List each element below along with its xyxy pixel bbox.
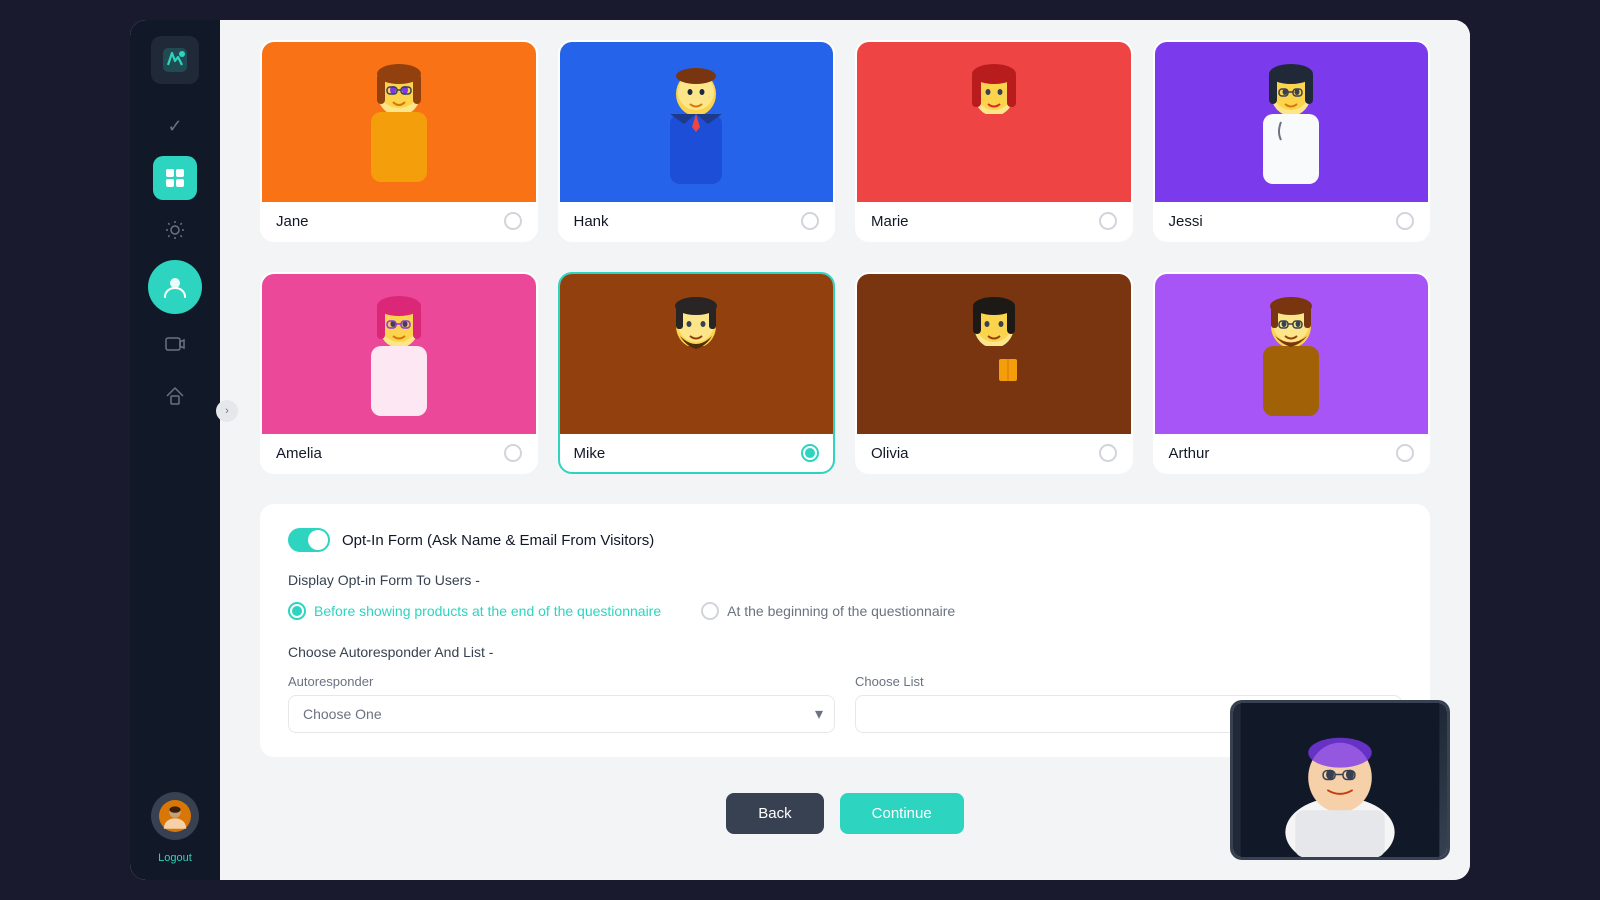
autoresponder-select[interactable]: Choose One (288, 695, 835, 733)
avatar-radio-arthur[interactable] (1396, 444, 1414, 462)
user-avatar[interactable] (151, 792, 199, 840)
avatar-card-amelia[interactable]: Amelia (260, 272, 538, 474)
avatar-name-mike: Mike (574, 445, 606, 462)
sidebar-item-video[interactable] (153, 322, 197, 366)
avatar-radio-amelia[interactable] (504, 444, 522, 462)
avatar-name-jessi: Jessi (1169, 213, 1203, 230)
optin-label: Opt-In Form (Ask Name & Email From Visit… (342, 532, 654, 549)
app-logo[interactable] (151, 36, 199, 84)
avatar-card-jessi[interactable]: Jessi (1153, 40, 1431, 242)
display-optin-label: Display Opt-in Form To Users - (288, 572, 1402, 588)
radio-option-before[interactable]: Before showing products at the end of th… (288, 602, 661, 620)
radio-dot-before (288, 602, 306, 620)
avatar-name-hank: Hank (574, 213, 609, 230)
sidebar-collapse-arrow[interactable]: › (216, 400, 238, 422)
radio-text-before: Before showing products at the end of th… (314, 603, 661, 619)
avatar-radio-marie[interactable] (1099, 212, 1117, 230)
autoresponder-title: Choose Autoresponder And List - (288, 644, 1402, 660)
avatar-card-marie[interactable]: Marie (855, 40, 1133, 242)
back-button[interactable]: Back (726, 793, 823, 834)
autoresponder-select-wrapper: Choose One (288, 695, 835, 733)
avatar-name-arthur: Arthur (1169, 445, 1210, 462)
toggle-knob (308, 530, 328, 550)
radio-option-beginning[interactable]: At the beginning of the questionnaire (701, 602, 955, 620)
avatar-name-jane: Jane (276, 213, 309, 230)
avatar-radio-jessi[interactable] (1396, 212, 1414, 230)
avatar-card-jane[interactable]: Jane (260, 40, 538, 242)
avatar-grid-row1: Jane (260, 40, 1430, 242)
avatar-radio-jane[interactable] (504, 212, 522, 230)
sidebar-item-check[interactable]: ✓ (153, 104, 197, 148)
sidebar-item-home[interactable] (153, 374, 197, 418)
avatar-name-amelia: Amelia (276, 445, 322, 462)
avatar-grid-row2: Amelia (260, 272, 1430, 474)
avatar-name-marie: Marie (871, 213, 909, 230)
radio-options: Before showing products at the end of th… (288, 602, 1402, 620)
avatar-name-olivia: Olivia (871, 445, 909, 462)
autoresponder-label: Autoresponder (288, 674, 835, 689)
radio-dot-beginning (701, 602, 719, 620)
avatar-card-olivia[interactable]: Olivia (855, 272, 1133, 474)
avatar-radio-mike[interactable] (801, 444, 819, 462)
sidebar-item-avatar[interactable] (148, 260, 202, 314)
avatar-radio-olivia[interactable] (1099, 444, 1117, 462)
autoresponder-group: Autoresponder Choose One (288, 674, 835, 733)
avatar-card-mike[interactable]: Mike (558, 272, 836, 474)
sidebar-item-grid[interactable] (153, 156, 197, 200)
avatar-card-arthur[interactable]: Arthur (1153, 272, 1431, 474)
list-label: Choose List (855, 674, 1402, 689)
optin-toggle[interactable] (288, 528, 330, 552)
sidebar-item-settings[interactable] (153, 208, 197, 252)
sidebar: ✓ (130, 20, 220, 880)
webcam-content (1233, 703, 1447, 857)
avatar-radio-hank[interactable] (801, 212, 819, 230)
webcam-overlay (1230, 700, 1450, 860)
avatar-card-hank[interactable]: Hank (558, 40, 836, 242)
logout-button[interactable]: Logout (158, 852, 192, 864)
radio-text-beginning: At the beginning of the questionnaire (727, 603, 955, 619)
continue-button[interactable]: Continue (840, 793, 964, 834)
